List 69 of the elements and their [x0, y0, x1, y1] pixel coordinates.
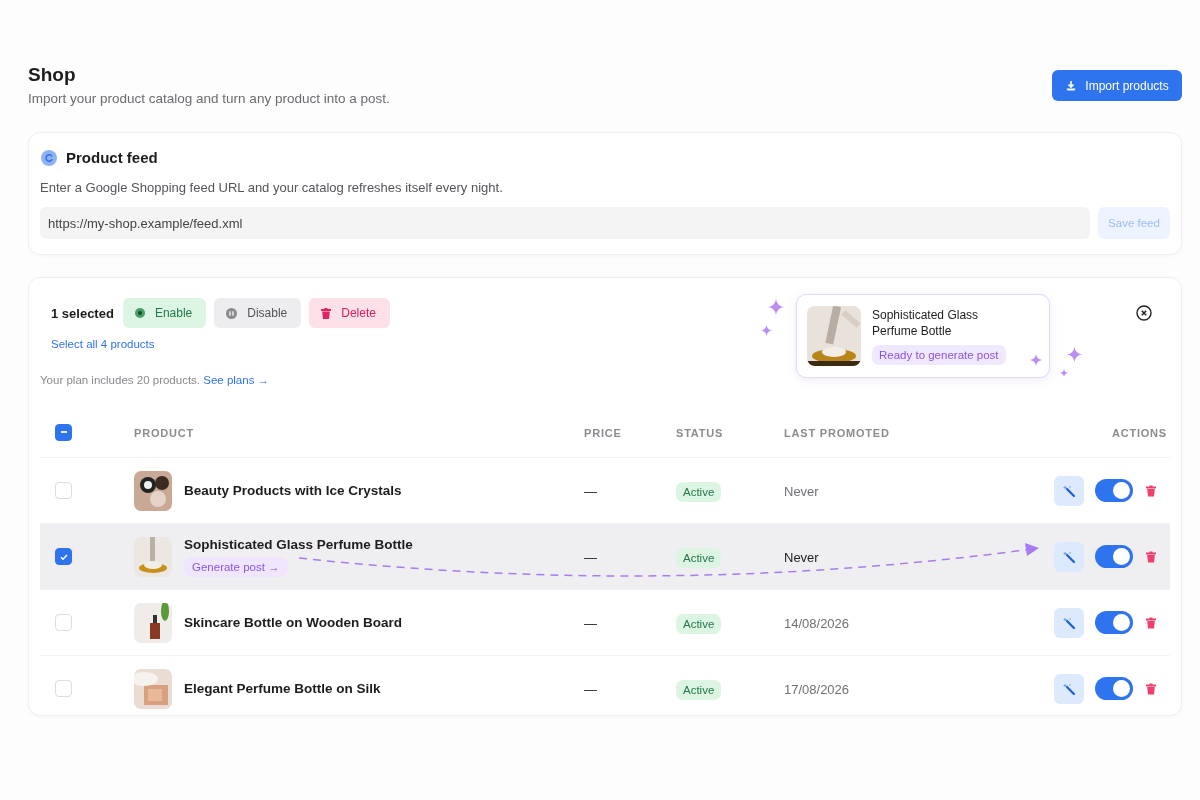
- magic-wand-icon: [1062, 549, 1076, 564]
- product-name: Sophisticated Glass Perfume Bottle: [184, 536, 413, 552]
- ready-badge: Ready to generate post: [872, 345, 1006, 365]
- magic-wand-icon: [1062, 483, 1076, 498]
- column-header: PRODUCT: [134, 427, 194, 439]
- enable-toggle[interactable]: [1095, 677, 1133, 700]
- refresh-icon: [41, 149, 57, 166]
- trash-icon: [321, 307, 332, 319]
- selected-count: 1 selected: [51, 305, 114, 321]
- magic-wand-icon: [1062, 615, 1076, 630]
- sparkle-icon: [1066, 346, 1082, 362]
- last-promoted-cell: Never: [784, 483, 819, 499]
- select-all-checkbox[interactable]: [55, 423, 72, 441]
- popup-product-title: Sophisticated Glass Perfume Bottle: [872, 307, 980, 339]
- last-promoted-cell: 17/08/2026: [784, 681, 850, 697]
- sparkle-icon: [768, 299, 784, 315]
- product-name: Elegant Perfume Bottle on Silk: [184, 681, 381, 696]
- column-header: ACTIONS: [1111, 427, 1167, 439]
- feed-description: Enter a Google Shopping feed URL and your catalog refreshes itself every night.: [40, 180, 504, 195]
- pause-icon: [226, 307, 238, 319]
- magic-wand-button[interactable]: [1054, 541, 1084, 572]
- product-row[interactable]: Elegant Perfume Bottle on Silk — Active 17/08/2026: [40, 655, 1170, 721]
- enable-toggle[interactable]: [1095, 479, 1133, 502]
- product-row[interactable]: Sophisticated Glass Perfume Bottle Generate post → — Active Never: [40, 523, 1170, 589]
- price-cell: —: [584, 483, 597, 499]
- magic-wand-button[interactable]: [1054, 607, 1084, 638]
- delete-button[interactable]: Delete: [309, 298, 390, 328]
- sparkle-icon: [760, 324, 772, 336]
- trash-icon[interactable]: [1146, 682, 1156, 695]
- plan-note: Your plan includes 20 products.: [40, 374, 201, 386]
- enable-toggle[interactable]: [1095, 545, 1133, 568]
- import-products-button[interactable]: Import products: [1052, 70, 1182, 101]
- select-all-link[interactable]: Select all 4 products: [51, 338, 155, 350]
- magic-wand-icon: [1062, 681, 1076, 696]
- trash-icon[interactable]: [1146, 616, 1156, 629]
- product-name: Skincare Bottle on Wooden Board: [184, 615, 403, 630]
- magic-wand-button[interactable]: [1054, 673, 1084, 704]
- last-promoted-cell: 14/08/2026: [784, 615, 850, 631]
- status-badge: Active: [676, 613, 722, 634]
- product-name: Beauty Products with Ice Crystals: [184, 483, 402, 498]
- see-plans-link[interactable]: See plans →: [203, 374, 270, 386]
- feed-url-field[interactable]: https://my-shop.example/feed.xml: [40, 207, 1090, 239]
- sparkle-icon: [1030, 354, 1042, 366]
- trash-icon[interactable]: [1146, 550, 1156, 563]
- generate-post-button[interactable]: Generate post →: [184, 556, 288, 577]
- status-badge: Active: [676, 679, 722, 700]
- price-cell: —: [584, 681, 597, 697]
- column-header: LAST PROMOTED: [784, 427, 890, 439]
- row-checkbox[interactable]: [55, 548, 72, 565]
- sparkle-icon: [1060, 369, 1068, 377]
- page-title: Shop: [28, 63, 77, 87]
- page-subtitle: Import your product catalog and turn any product into a post.: [28, 91, 390, 106]
- product-row[interactable]: Skincare Bottle on Wooden Board — Active 14/08/2026: [40, 589, 1170, 655]
- last-promoted-cell: Never: [784, 549, 819, 565]
- close-icon[interactable]: [1136, 305, 1152, 321]
- enable-toggle[interactable]: [1095, 611, 1133, 634]
- magic-wand-button[interactable]: [1054, 475, 1084, 506]
- download-icon: [1065, 79, 1078, 92]
- status-badge: Active: [676, 547, 722, 568]
- price-cell: —: [584, 549, 597, 565]
- column-header: PRICE: [584, 427, 622, 439]
- trash-icon[interactable]: [1146, 484, 1156, 497]
- price-cell: —: [584, 615, 597, 631]
- column-header: STATUS: [676, 427, 724, 439]
- enable-button[interactable]: Enable: [122, 298, 207, 328]
- dot-icon: [134, 308, 145, 318]
- feed-title: Product feed: [66, 149, 158, 166]
- status-badge: Active: [676, 481, 722, 502]
- disable-button[interactable]: Disable: [214, 298, 302, 328]
